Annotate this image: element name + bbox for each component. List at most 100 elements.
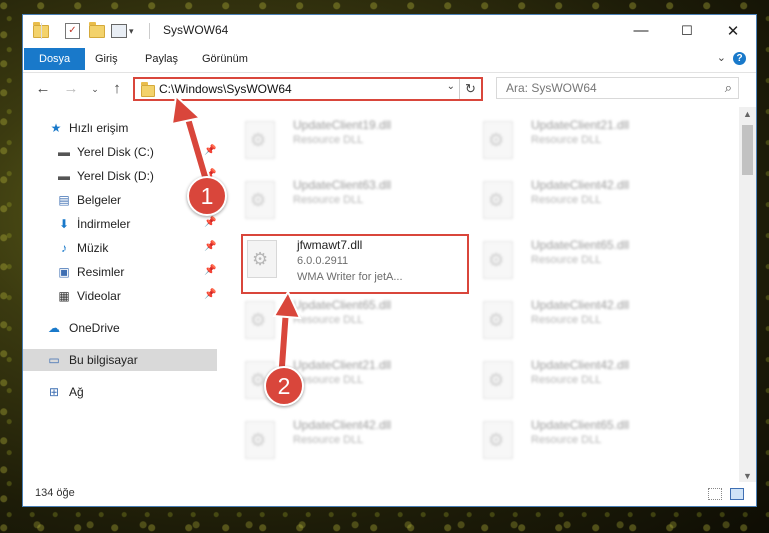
file-description: Resource DLL — [293, 314, 364, 326]
file-description: Resource DLL — [531, 374, 602, 386]
sidebar-item-onedrive[interactable]: ☁ OneDrive — [23, 317, 217, 339]
drive-icon: ▬ — [58, 145, 70, 159]
file-description: Resource DLL — [293, 434, 364, 446]
back-arrow-icon[interactable]: ← — [33, 79, 53, 99]
drive-icon: ▬ — [58, 169, 70, 183]
tab-gorunum[interactable]: Görünüm — [192, 48, 258, 70]
file-name: UpdateClient21.dll — [293, 358, 392, 372]
sidebar-item-network[interactable]: ⊞ Ağ — [23, 381, 217, 403]
up-arrow-icon[interactable]: ↑ — [107, 79, 127, 99]
sidebar-item-pictures[interactable]: ▣ Resimler 📌 — [23, 261, 217, 283]
sidebar-item-downloads[interactable]: ⬇ İndirmeler 📌 — [23, 213, 217, 235]
list-item[interactable]: UpdateClient42.dll Resource DLL — [477, 295, 707, 343]
scroll-thumb[interactable] — [742, 125, 753, 175]
list-item[interactable]: UpdateClient65.dll Resource DLL — [477, 235, 707, 283]
pin-icon[interactable]: 📌 — [204, 241, 216, 252]
sidebar-item-this-pc[interactable]: ▭ Bu bilgisayar — [23, 349, 217, 371]
pin-icon[interactable]: 📌 — [204, 145, 216, 156]
help-icon[interactable]: ? — [733, 52, 746, 65]
maximize-button[interactable]: ☐ — [664, 15, 710, 46]
tab-dosya[interactable]: Dosya — [24, 48, 86, 70]
dll-file-icon — [245, 301, 275, 339]
title-divider — [149, 23, 150, 39]
minimize-button[interactable]: — — [618, 15, 664, 46]
refresh-icon[interactable]: ↻ — [459, 79, 481, 99]
file-name: UpdateClient42.dll — [531, 178, 630, 192]
address-bar[interactable]: C:\Windows\SysWOW64 ⌄ ↻ — [133, 77, 483, 101]
dll-file-icon — [247, 240, 277, 278]
sidebar-item-label: Belgeler — [77, 193, 122, 207]
window-title: SysWOW64 — [163, 23, 229, 37]
videos-icon: ▦ — [58, 289, 70, 303]
list-item[interactable]: UpdateClient63.dll Resource DLL — [239, 175, 469, 223]
properties-icon[interactable] — [111, 22, 127, 40]
vertical-scrollbar[interactable]: ▲ ▼ — [739, 107, 756, 483]
pin-icon[interactable]: 📌 — [204, 265, 216, 276]
ribbon-tabs: Dosya Giriş Paylaş Görünüm ⌄ ? — [23, 46, 756, 73]
status-bar: 134 öğe — [23, 482, 756, 506]
sidebar-item-label: İndirmeler — [77, 217, 131, 231]
new-folder-icon[interactable] — [89, 21, 105, 40]
file-name: UpdateClient63.dll — [293, 178, 392, 192]
tab-paylas[interactable]: Paylaş — [135, 48, 188, 70]
list-item[interactable]: UpdateClient65.dll Resource DLL — [477, 415, 707, 463]
target-dll-file[interactable]: jfwmawt7.dll 6.0.0.2911 WMA Writer for j… — [241, 234, 469, 294]
address-folder-icon — [141, 82, 155, 97]
sidebar-item-quick-access[interactable]: ★ Hızlı erişim — [23, 117, 217, 139]
search-icon[interactable]: ⌕ — [725, 80, 732, 96]
recent-locations-icon[interactable]: ⌄ — [85, 79, 105, 99]
file-description: Resource DLL — [531, 434, 602, 446]
dll-file-icon — [483, 121, 513, 159]
dll-file-icon — [483, 181, 513, 219]
file-name: UpdateClient65.dll — [531, 238, 630, 252]
search-input[interactable]: Ara: SysWOW64 ⌕ — [496, 77, 739, 99]
file-name: UpdateClient42.dll — [531, 298, 630, 312]
file-description: Resource DLL — [293, 134, 364, 146]
properties-check-icon[interactable]: ✓ — [65, 22, 80, 40]
sidebar-item-local-disk-c[interactable]: ▬ Yerel Disk (C:) 📌 — [23, 141, 217, 163]
explorer-window: ✓ ▾ SysWOW64 — ☐ ✕ Dosya Giriş Paylaş Gö… — [22, 14, 757, 507]
scroll-down-icon[interactable]: ▼ — [739, 471, 756, 481]
sidebar-item-local-disk-d[interactable]: ▬ Yerel Disk (D:) 📌 — [23, 165, 217, 187]
step-badge-2: 2 — [264, 366, 304, 406]
forward-arrow-icon[interactable]: → — [61, 79, 81, 99]
expand-ribbon-icon[interactable]: ⌄ — [717, 51, 726, 64]
file-description: Resource DLL — [531, 314, 602, 326]
dll-file-icon — [483, 361, 513, 399]
search-placeholder: Ara: SysWOW64 — [506, 81, 597, 95]
cloud-icon: ☁ — [48, 321, 60, 335]
sidebar-item-music[interactable]: ♪ Müzik 📌 — [23, 237, 217, 259]
navigation-pane: ★ Hızlı erişim ▬ Yerel Disk (C:) 📌 ▬ Yer… — [23, 107, 217, 483]
file-name: UpdateClient19.dll — [293, 118, 392, 132]
details-view-icon[interactable] — [708, 488, 722, 500]
sidebar-item-label: Yerel Disk (D:) — [77, 169, 154, 183]
sidebar-item-label: OneDrive — [69, 321, 120, 335]
file-description: WMA Writer for jetA... — [297, 271, 403, 283]
tab-giris[interactable]: Giriş — [85, 48, 128, 70]
star-icon: ★ — [50, 121, 62, 135]
list-item[interactable]: UpdateClient65.dll Resource DLL — [239, 295, 469, 343]
sidebar-item-label: Müzik — [77, 241, 109, 255]
pin-icon[interactable]: 📌 — [204, 289, 216, 300]
sidebar-item-videos[interactable]: ▦ Videolar 📌 — [23, 285, 217, 307]
list-item[interactable]: UpdateClient42.dll Resource DLL — [477, 175, 707, 223]
list-item[interactable]: UpdateClient42.dll Resource DLL — [239, 415, 469, 463]
sidebar-item-label: Yerel Disk (C:) — [77, 145, 154, 159]
quick-access-dropdown-icon[interactable]: ▾ — [129, 22, 134, 40]
file-name: UpdateClient42.dll — [531, 358, 630, 372]
close-button[interactable]: ✕ — [710, 15, 756, 46]
toolbar-divider — [41, 23, 42, 39]
list-item[interactable]: UpdateClient19.dll Resource DLL — [239, 115, 469, 163]
address-dropdown-icon[interactable]: ⌄ — [447, 81, 455, 92]
file-list: UpdateClient19.dll Resource DLL UpdateCl… — [217, 107, 735, 483]
pin-icon[interactable]: 📌 — [204, 217, 216, 228]
navigation-bar: ← → ⌄ ↑ C:\Windows\SysWOW64 ⌄ ↻ Ara: Sys… — [23, 73, 756, 106]
computer-icon: ▭ — [48, 353, 60, 367]
file-description: Resource DLL — [531, 194, 602, 206]
list-item[interactable]: UpdateClient21.dll Resource DLL — [477, 115, 707, 163]
dll-file-icon — [483, 301, 513, 339]
title-bar: ✓ ▾ SysWOW64 — ☐ ✕ — [23, 15, 756, 46]
list-item[interactable]: UpdateClient42.dll Resource DLL — [477, 355, 707, 403]
scroll-up-icon[interactable]: ▲ — [739, 109, 756, 119]
large-icons-view-icon[interactable] — [730, 488, 744, 500]
